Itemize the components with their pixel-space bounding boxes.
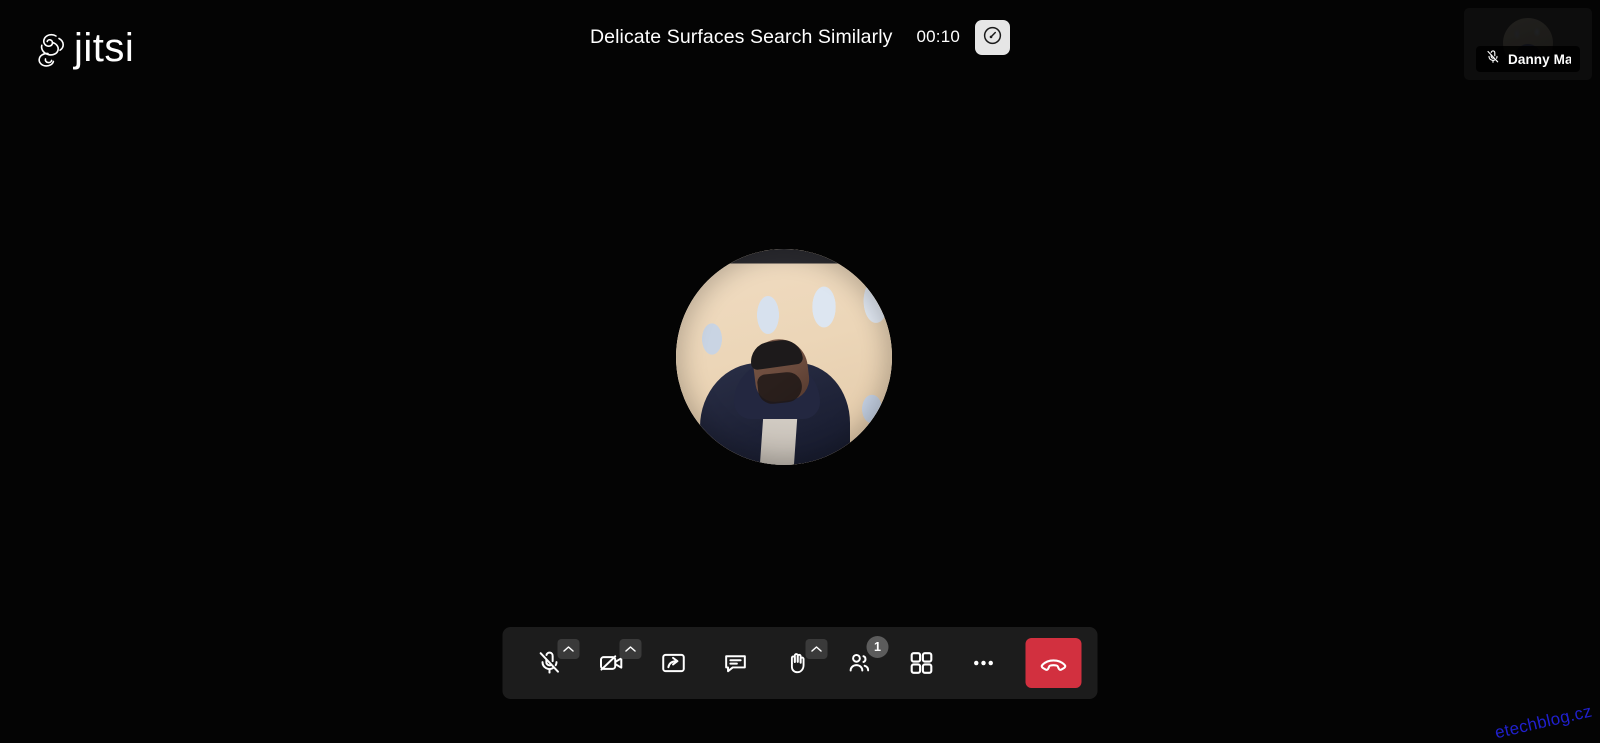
participants-count-badge: 1 bbox=[866, 636, 889, 658]
meeting-title: Delicate Surfaces Search Similarly bbox=[589, 25, 893, 48]
microphone-button[interactable] bbox=[519, 627, 581, 699]
screen-share-button[interactable] bbox=[643, 627, 705, 699]
jitsi-logo-text: jitsi bbox=[74, 26, 135, 70]
raise-hand-button[interactable] bbox=[767, 627, 829, 699]
meeting-header: Delicate Surfaces Search Similarly 00:10 bbox=[0, 16, 1600, 58]
microphone-muted-icon bbox=[1485, 49, 1501, 70]
meeting-timer: 00:10 bbox=[916, 27, 961, 46]
raise-hand-reactions-chevron-up-icon[interactable] bbox=[805, 639, 828, 659]
camera-settings-chevron-up-icon[interactable] bbox=[619, 639, 642, 659]
more-horizontal-icon bbox=[970, 649, 998, 677]
participant-name: Danny Ma... bbox=[1508, 51, 1571, 67]
participant-name-pill: Danny Ma... bbox=[1476, 46, 1580, 72]
camera-button[interactable] bbox=[581, 627, 643, 699]
site-watermark: etechblog.cz bbox=[1492, 701, 1594, 743]
hangup-phone-icon bbox=[1039, 647, 1069, 680]
connection-quality-button[interactable] bbox=[975, 19, 1011, 55]
active-speaker-avatar bbox=[676, 249, 892, 465]
more-options-button[interactable] bbox=[953, 627, 1015, 699]
jitsi-logo[interactable]: jitsi bbox=[30, 22, 134, 78]
filmstrip-thumbnail[interactable]: Danny Ma... bbox=[1464, 8, 1592, 80]
jitsi-swirl-icon bbox=[30, 28, 70, 72]
meeting-toolbar: 1 bbox=[502, 627, 1098, 699]
connection-quality-gauge-icon bbox=[982, 25, 1003, 49]
tile-view-button[interactable] bbox=[891, 627, 953, 699]
screen-share-icon bbox=[660, 649, 688, 677]
tile-view-icon bbox=[908, 649, 936, 677]
microphone-settings-chevron-up-icon[interactable] bbox=[557, 639, 580, 659]
hangup-button[interactable] bbox=[1025, 638, 1082, 688]
participants-button[interactable]: 1 bbox=[829, 627, 891, 699]
avatar-vignette bbox=[676, 249, 892, 465]
chat-button[interactable] bbox=[705, 627, 767, 699]
video-stage: jitsi Delicate Surfaces Search Similarly… bbox=[0, 0, 1600, 742]
chat-bubble-icon bbox=[722, 649, 750, 677]
filmstrip: Danny Ma... bbox=[1464, 8, 1592, 80]
